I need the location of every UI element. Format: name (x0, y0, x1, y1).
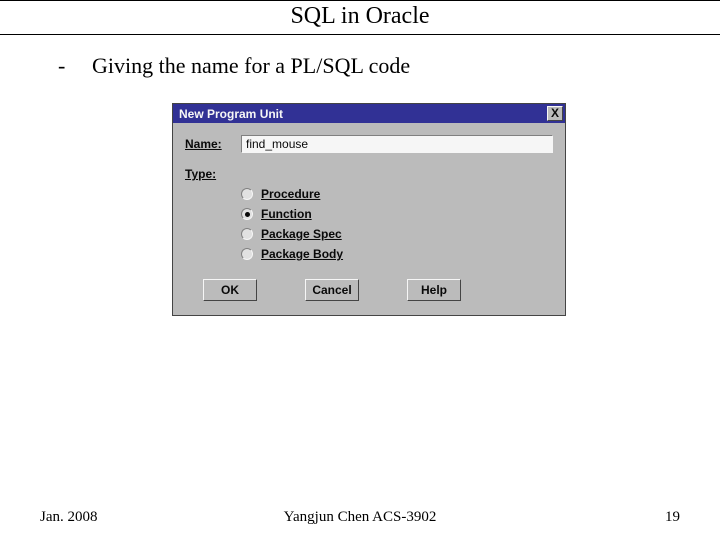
footer-center: Yangjun Chen ACS-3902 (228, 509, 492, 526)
name-label: Name: (185, 137, 241, 151)
radio-function[interactable]: Function (241, 207, 553, 221)
radio-package-spec[interactable]: Package Spec (241, 227, 553, 241)
footer-date: Jan. 2008 (40, 509, 228, 526)
close-icon[interactable]: X (547, 106, 563, 121)
dialog-title: New Program Unit (179, 107, 283, 121)
radio-icon (241, 208, 253, 220)
footer-page: 19 (492, 509, 680, 526)
new-program-unit-dialog: New Program Unit X Name: find_mouse Type… (172, 103, 566, 316)
radio-label: Procedure (261, 187, 320, 201)
slide-footer: Jan. 2008 Yangjun Chen ACS-3902 19 (0, 509, 720, 526)
bullet-text: Giving the name for a PL/SQL code (92, 53, 410, 79)
help-button[interactable]: Help (407, 279, 461, 301)
radio-package-body[interactable]: Package Body (241, 247, 553, 261)
radio-procedure[interactable]: Procedure (241, 187, 553, 201)
radio-icon (241, 228, 253, 240)
bullet-marker: - (58, 53, 72, 79)
cancel-button[interactable]: Cancel (305, 279, 359, 301)
radio-icon (241, 248, 253, 260)
type-label: Type: (185, 167, 216, 181)
name-input[interactable]: find_mouse (241, 135, 553, 153)
radio-label: Package Spec (261, 227, 342, 241)
slide-title: SQL in Oracle (0, 0, 720, 35)
radio-label: Package Body (261, 247, 343, 261)
dialog-titlebar: New Program Unit X (173, 104, 565, 123)
ok-button[interactable]: OK (203, 279, 257, 301)
radio-label: Function (261, 207, 312, 221)
radio-icon (241, 188, 253, 200)
